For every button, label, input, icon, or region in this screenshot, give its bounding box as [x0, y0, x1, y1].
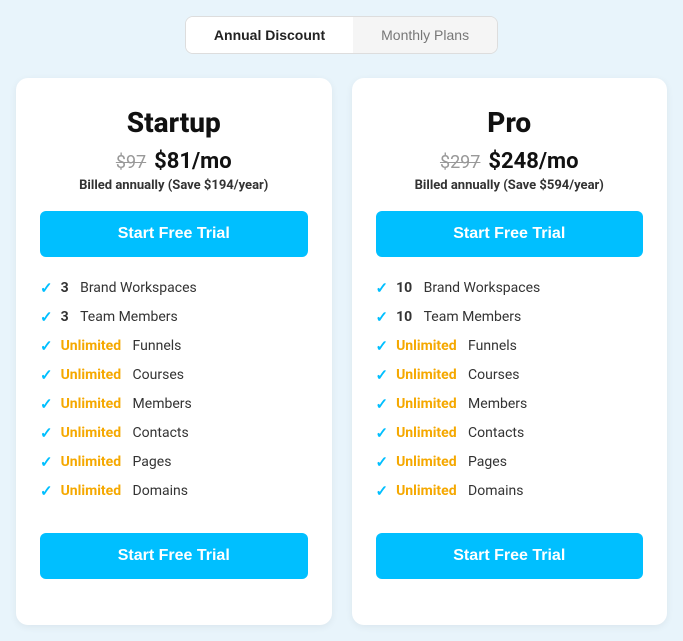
list-item: ✓Unlimited Domains	[40, 482, 308, 500]
tab-annual-discount[interactable]: Annual Discount	[186, 17, 353, 53]
check-icon: ✓	[40, 453, 53, 471]
check-icon: ✓	[376, 308, 389, 326]
check-icon: ✓	[40, 308, 53, 326]
startup-save-badge: (Save $194/year)	[168, 178, 269, 193]
check-icon: ✓	[376, 337, 389, 355]
pro-price-current: $248/mo	[488, 149, 578, 174]
check-icon: ✓	[40, 395, 53, 413]
check-icon: ✓	[376, 482, 389, 500]
list-item: ✓Unlimited Courses	[40, 366, 308, 384]
startup-billed-note: Billed annually (Save $194/year)	[40, 178, 308, 193]
pro-cta-bottom[interactable]: Start Free Trial	[376, 533, 644, 579]
list-item: ✓Unlimited Pages	[376, 453, 644, 471]
pro-cta-top[interactable]: Start Free Trial	[376, 211, 644, 257]
check-icon: ✓	[376, 424, 389, 442]
check-icon: ✓	[376, 366, 389, 384]
check-icon: ✓	[40, 279, 53, 297]
list-item: ✓3 Team Members	[40, 308, 308, 326]
check-icon: ✓	[376, 395, 389, 413]
startup-price-old: $97	[116, 152, 146, 173]
list-item: ✓Unlimited Pages	[40, 453, 308, 471]
list-item: ✓Unlimited Members	[376, 395, 644, 413]
pro-billed-note: Billed annually (Save $594/year)	[376, 178, 644, 193]
startup-price-row: $97 $81/mo	[40, 149, 308, 174]
check-icon: ✓	[40, 337, 53, 355]
plans-container: Startup $97 $81/mo Billed annually (Save…	[16, 78, 667, 625]
pro-save-badge: (Save $594/year)	[503, 178, 604, 193]
startup-cta-top[interactable]: Start Free Trial	[40, 211, 308, 257]
list-item: ✓Unlimited Members	[40, 395, 308, 413]
startup-price-current: $81/mo	[154, 149, 232, 174]
list-item: ✓10 Brand Workspaces	[376, 279, 644, 297]
list-item: ✓Unlimited Domains	[376, 482, 644, 500]
billing-toggle: Annual Discount Monthly Plans	[185, 16, 498, 54]
check-icon: ✓	[40, 424, 53, 442]
startup-cta-bottom[interactable]: Start Free Trial	[40, 533, 308, 579]
check-icon: ✓	[376, 279, 389, 297]
pro-plan-name: Pro	[376, 106, 644, 139]
list-item: ✓Unlimited Contacts	[376, 424, 644, 442]
list-item: ✓Unlimited Contacts	[40, 424, 308, 442]
startup-plan-name: Startup	[40, 106, 308, 139]
pro-features: ✓10 Brand Workspaces ✓10 Team Members ✓U…	[376, 279, 644, 511]
plan-pro: Pro $297 $248/mo Billed annually (Save $…	[352, 78, 668, 625]
check-icon: ✓	[40, 482, 53, 500]
list-item: ✓3 Brand Workspaces	[40, 279, 308, 297]
pro-price-old: $297	[440, 152, 480, 173]
pro-price-row: $297 $248/mo	[376, 149, 644, 174]
check-icon: ✓	[40, 366, 53, 384]
check-icon: ✓	[376, 453, 389, 471]
tab-monthly-plans[interactable]: Monthly Plans	[353, 17, 497, 53]
list-item: ✓Unlimited Courses	[376, 366, 644, 384]
startup-features: ✓3 Brand Workspaces ✓3 Team Members ✓Unl…	[40, 279, 308, 511]
list-item: ✓Unlimited Funnels	[40, 337, 308, 355]
list-item: ✓Unlimited Funnels	[376, 337, 644, 355]
list-item: ✓10 Team Members	[376, 308, 644, 326]
plan-startup: Startup $97 $81/mo Billed annually (Save…	[16, 78, 332, 625]
